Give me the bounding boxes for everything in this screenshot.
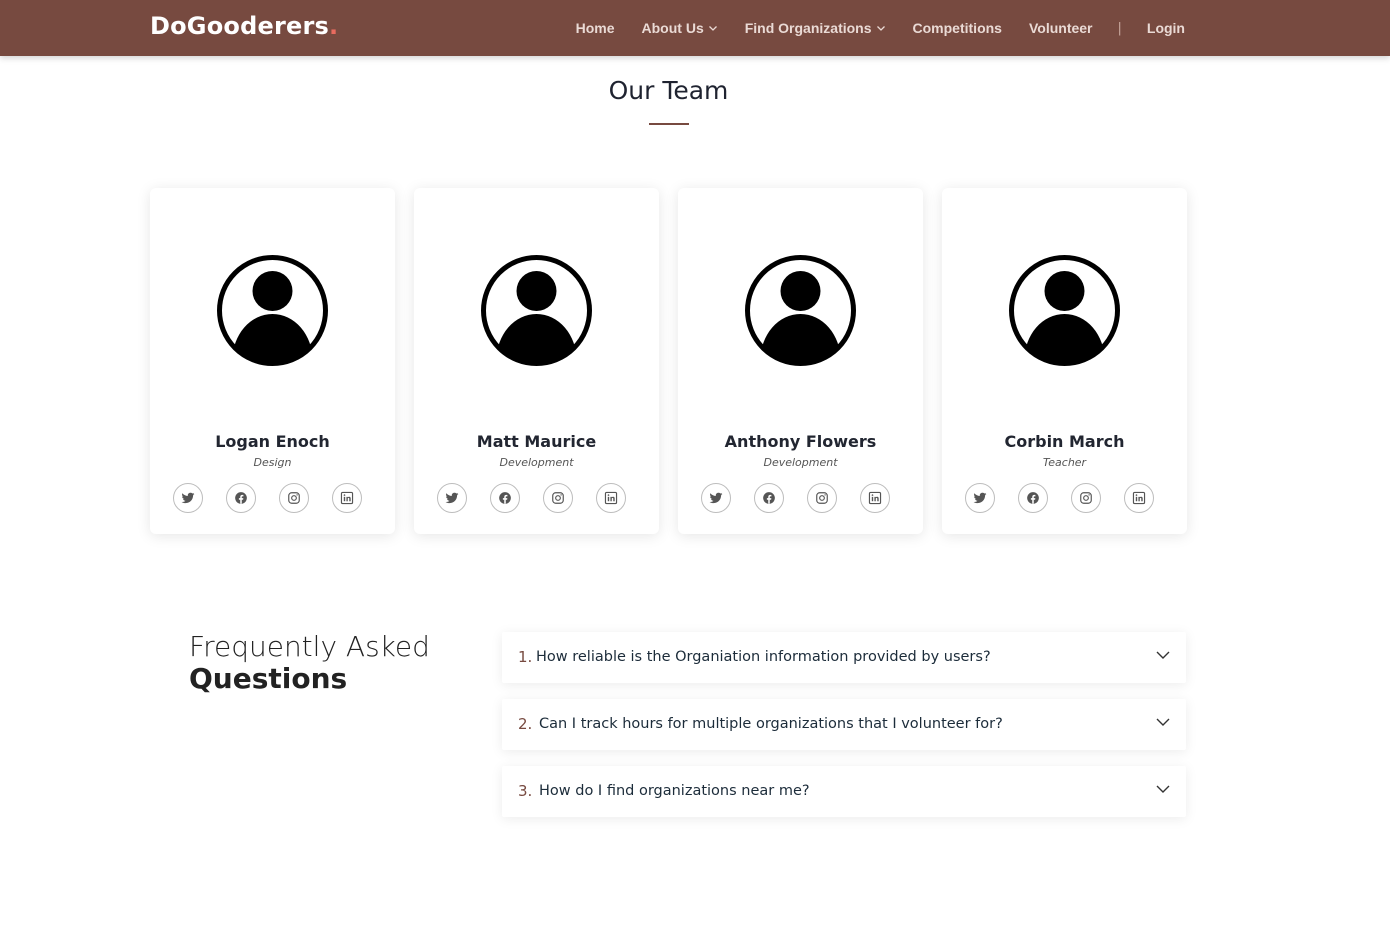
facebook-button[interactable] (226, 483, 256, 513)
nav-competitions-label: Competitions (912, 20, 1002, 36)
linkedin-icon (340, 491, 354, 505)
instagram-icon (552, 492, 564, 504)
twitter-icon (445, 492, 459, 504)
user-avatar-icon (1009, 255, 1120, 366)
chevron-down-icon (1156, 651, 1170, 659)
nav-home-label: Home (575, 20, 615, 36)
nav-volunteer-label: Volunteer (1028, 20, 1093, 36)
faq-number: 3. (518, 782, 533, 800)
team-section-title: Our Team (608, 76, 729, 105)
top-navbar: DoGooderers. Home About Us Find Organiza… (0, 0, 1390, 56)
faq-item[interactable]: 2. Can I track hours for multiple organi… (502, 699, 1186, 750)
social-links (173, 483, 362, 513)
linkedin-button[interactable] (860, 483, 890, 513)
member-name: Anthony Flowers (724, 432, 877, 451)
team-member-card: Matt Maurice Development (414, 188, 659, 534)
instagram-icon (288, 492, 300, 504)
faq-item[interactable]: 1. How reliable is the Organiation infor… (502, 632, 1186, 683)
facebook-button[interactable] (1018, 483, 1048, 513)
nav-find-organizations-label: Find Organizations (744, 20, 872, 36)
instagram-icon (1080, 492, 1092, 504)
linkedin-button[interactable] (596, 483, 626, 513)
nav-home-link[interactable]: Home (576, 20, 615, 36)
member-role: Development (763, 456, 838, 469)
user-avatar-icon (217, 255, 328, 366)
team-member-card: Corbin March Teacher (942, 188, 1187, 534)
member-name: Logan Enoch (215, 432, 330, 451)
user-avatar-icon (481, 255, 592, 366)
faq-heading-emphasis: Questions (189, 662, 348, 695)
facebook-button[interactable] (754, 483, 784, 513)
twitter-button[interactable] (173, 483, 203, 513)
instagram-icon (816, 492, 828, 504)
instagram-button[interactable] (543, 483, 573, 513)
brand-name: DoGooderers (150, 12, 329, 40)
faq-heading: Frequently Asked (189, 630, 430, 663)
nav-about-us-label: About Us (641, 20, 704, 36)
facebook-icon (499, 492, 511, 504)
member-name: Matt Maurice (476, 432, 597, 451)
facebook-icon (235, 492, 247, 504)
faq-item[interactable]: 3. How do I find organizations near me? (502, 766, 1186, 817)
social-links (437, 483, 626, 513)
instagram-button[interactable] (807, 483, 837, 513)
facebook-button[interactable] (490, 483, 520, 513)
linkedin-icon (868, 491, 882, 505)
nav-competitions-link[interactable]: Competitions (913, 20, 1002, 36)
facebook-icon (763, 492, 775, 504)
instagram-button[interactable] (1071, 483, 1101, 513)
twitter-button[interactable] (965, 483, 995, 513)
linkedin-button[interactable] (1124, 483, 1154, 513)
twitter-button[interactable] (701, 483, 731, 513)
team-member-card: Anthony Flowers Development (678, 188, 923, 534)
chevron-down-icon (1156, 718, 1170, 726)
nav-volunteer-link[interactable]: Volunteer (1029, 20, 1093, 36)
linkedin-icon (1132, 491, 1146, 505)
nav-links: Home About Us Find Organizations Competi… (576, 0, 1185, 56)
facebook-icon (1027, 492, 1039, 504)
title-underline (649, 123, 689, 125)
member-role: Development (499, 456, 574, 469)
nav-about-us-dropdown[interactable]: About Us (642, 20, 718, 36)
chevron-down-icon (876, 26, 885, 31)
nav-login-label: Login (1146, 20, 1185, 36)
twitter-icon (181, 492, 195, 504)
user-avatar-icon (745, 255, 856, 366)
linkedin-icon (604, 491, 618, 505)
chevron-down-icon (708, 26, 717, 31)
chevron-down-icon (1156, 785, 1170, 793)
social-links (965, 483, 1154, 513)
nav-separator: | (1117, 20, 1122, 36)
faq-number: 1. (518, 648, 533, 666)
social-links (701, 483, 890, 513)
twitter-button[interactable] (437, 483, 467, 513)
member-role: Teacher (1042, 456, 1087, 469)
faq-question: How reliable is the Organiation informat… (536, 649, 991, 665)
twitter-icon (709, 492, 723, 504)
faq-number: 2. (518, 715, 533, 733)
brand-logo[interactable]: DoGooderers. (150, 12, 338, 40)
twitter-icon (973, 492, 987, 504)
member-role: Design (253, 456, 292, 469)
team-member-card: Logan Enoch Design (150, 188, 395, 534)
faq-question: How do I find organizations near me? (539, 783, 810, 799)
member-name: Corbin March (1004, 432, 1125, 451)
faq-question: Can I track hours for multiple organizat… (539, 716, 1003, 732)
brand-dot: . (328, 12, 339, 40)
nav-find-organizations-dropdown[interactable]: Find Organizations (745, 20, 886, 36)
instagram-button[interactable] (279, 483, 309, 513)
linkedin-button[interactable] (332, 483, 362, 513)
nav-login-link[interactable]: Login (1147, 20, 1185, 36)
